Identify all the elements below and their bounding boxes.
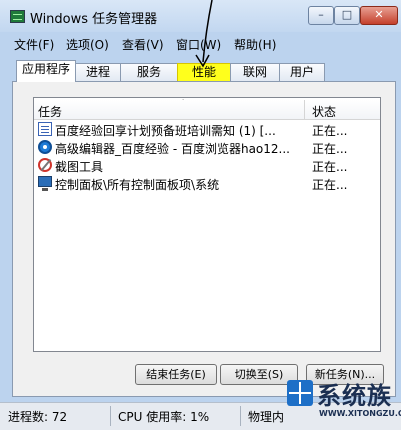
tab-applications[interactable]: 应用程序 <box>16 60 76 82</box>
windows-logo-icon <box>287 380 313 406</box>
watermark-url: WWW.XITONGZU.COM <box>319 409 401 418</box>
site-watermark: 系统族 WWW.XITONGZU.COM <box>283 372 401 429</box>
watermark-text: 系统族 <box>317 382 392 410</box>
